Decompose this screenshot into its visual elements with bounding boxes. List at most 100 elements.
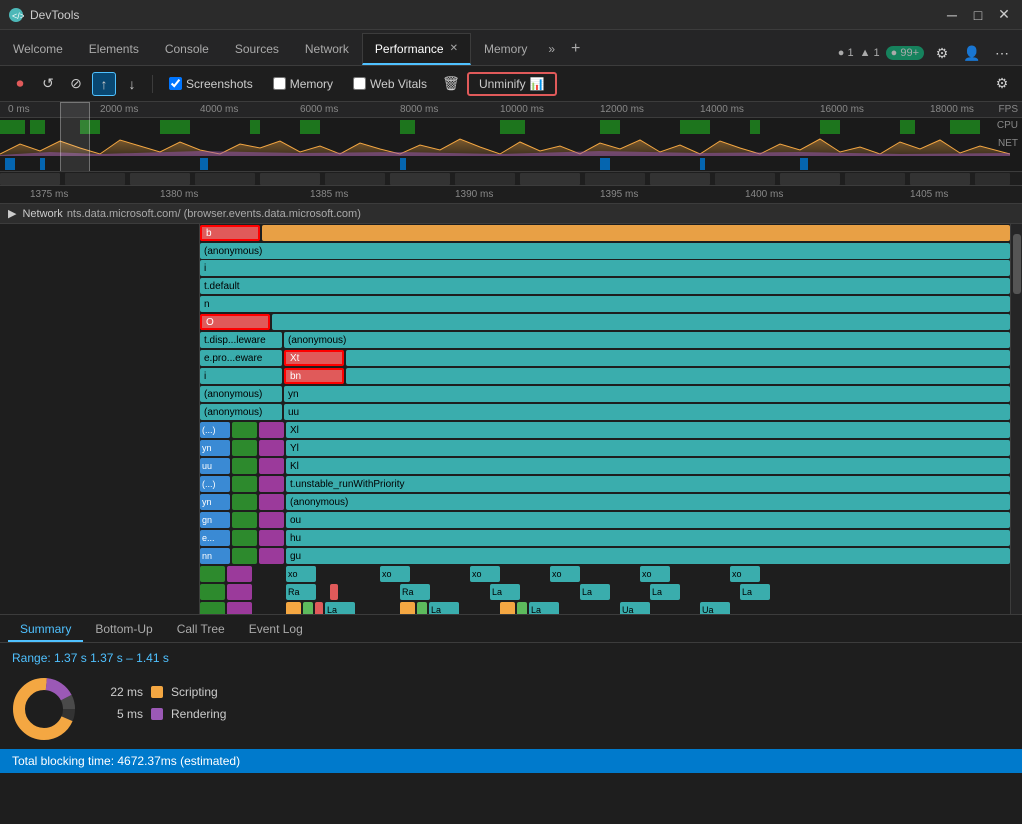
flame-block-b[interactable]: b <box>200 225 260 241</box>
flame-block-nn[interactable]: nn <box>200 548 230 564</box>
flame-block-tunstable[interactable]: t.unstable_runWithPriority <box>286 476 1010 492</box>
toolbar-settings-button[interactable]: ⚙ <box>990 72 1014 96</box>
flame-row-La-Ua[interactable]: La La La Ua Ua <box>200 602 1010 614</box>
flame-block-yn[interactable]: yn <box>284 386 1010 402</box>
tab-console[interactable]: Console <box>152 33 222 65</box>
network-header[interactable]: ▶ Network nts.data.microsoft.com/ (brows… <box>0 204 1022 224</box>
flame-block-Ua1[interactable]: Ua <box>620 602 650 614</box>
tab-elements[interactable]: Elements <box>76 33 152 65</box>
flame-row-tdisp[interactable]: t.disp...leware (anonymous) <box>200 332 1010 350</box>
flame-block-yn2[interactable]: yn <box>200 440 230 456</box>
flame-block-xo4[interactable]: xo <box>550 566 580 582</box>
flame-row-xo[interactable]: xo xo xo xo xo xo <box>200 566 1010 584</box>
flame-row-gn-ou[interactable]: gn ou <box>200 512 1010 530</box>
flame-row-n[interactable]: n <box>200 296 1010 314</box>
flame-block-La6[interactable]: La <box>429 602 459 614</box>
settings-tab-button[interactable]: ⚙ <box>930 41 954 65</box>
flame-block-yn3[interactable]: yn <box>200 494 230 510</box>
flame-block-uu[interactable]: uu <box>284 404 1010 420</box>
upload-button[interactable]: ↑ <box>92 72 116 96</box>
webvitals-checkbox[interactable] <box>353 77 366 90</box>
green-badge[interactable]: ● 99+ <box>886 46 924 60</box>
flame-block-gu[interactable]: gu <box>286 548 1010 564</box>
flame-row-e-hu[interactable]: e... hu <box>200 530 1010 548</box>
flame-block-gn[interactable]: gn <box>200 512 230 528</box>
tab-welcome[interactable]: Welcome <box>0 33 76 65</box>
flame-content[interactable]: b (anonymous) i t.default n O <box>200 224 1010 614</box>
flame-block-La1[interactable]: La <box>490 584 520 600</box>
flame-row-mixed1[interactable]: (...) Xl <box>200 422 1010 440</box>
timeline-overview[interactable]: 0 ms 2000 ms 4000 ms 6000 ms 8000 ms 100… <box>0 102 1022 172</box>
tab-call-tree[interactable]: Call Tree <box>165 618 237 642</box>
tab-sources[interactable]: Sources <box>222 33 292 65</box>
flame-block-tdefault[interactable]: t.default <box>200 278 1010 294</box>
memory-label[interactable]: Memory <box>290 77 333 91</box>
flame-block-La7[interactable]: La <box>529 602 559 614</box>
flame-block-La3[interactable]: La <box>650 584 680 600</box>
screenshots-checkbox[interactable] <box>169 77 182 90</box>
flame-block-xo3[interactable]: xo <box>470 566 500 582</box>
tab-performance-close[interactable]: ✕ <box>450 43 458 54</box>
flame-block-La4[interactable]: La <box>740 584 770 600</box>
tab-more[interactable]: » <box>540 33 563 65</box>
flame-block-anon3[interactable]: (anonymous) <box>200 386 282 402</box>
flame-block-Yl[interactable]: Yl <box>286 440 1010 456</box>
flame-row-Ra-La[interactable]: Ra Ra La La La La <box>200 584 1010 602</box>
flame-block-Kl[interactable]: Kl <box>286 458 1010 474</box>
flame-block-ellipsis2[interactable]: (...) <box>200 476 230 492</box>
fps-bar[interactable]: CPU <box>0 118 1022 136</box>
detail-ruler[interactable]: 1375 ms 1380 ms 1385 ms 1390 ms 1395 ms … <box>0 186 1022 204</box>
tab-event-log[interactable]: Event Log <box>237 618 315 642</box>
profile-button[interactable]: 👤 <box>960 41 984 65</box>
flame-row-anon1[interactable]: (anonymous) <box>200 242 1010 260</box>
tab-bottom-up[interactable]: Bottom-Up <box>83 618 164 642</box>
flame-block-Xl[interactable]: Xl <box>286 422 1010 438</box>
flame-block-xo2[interactable]: xo <box>380 566 410 582</box>
record-button[interactable]: ⏺ <box>8 72 32 96</box>
flame-row-tunstable[interactable]: (...) t.unstable_runWithPriority <box>200 476 1010 494</box>
flame-row-i1[interactable]: i <box>200 260 1010 278</box>
clear-button[interactable]: ⊘ <box>64 72 88 96</box>
tab-summary[interactable]: Summary <box>8 618 83 642</box>
tab-performance[interactable]: Performance ✕ <box>362 33 471 65</box>
trash-button[interactable]: 🗑 <box>439 72 463 96</box>
flame-block-tdisp[interactable]: t.disp...leware <box>200 332 282 348</box>
flame-block-ellipsis1[interactable]: (...) <box>200 422 230 438</box>
flame-block-anon5[interactable]: (anonymous) <box>286 494 1010 510</box>
flame-row-anon-uu[interactable]: (anonymous) uu <box>200 404 1010 422</box>
flame-block-anon4[interactable]: (anonymous) <box>200 404 282 420</box>
flame-block-hu[interactable]: hu <box>286 530 1010 546</box>
flame-row-b[interactable]: b <box>200 224 1010 242</box>
flame-block-anon2[interactable]: (anonymous) <box>284 332 1010 348</box>
flame-block-Xt[interactable]: Xt <box>284 350 344 366</box>
webvitals-label[interactable]: Web Vitals <box>370 77 427 91</box>
timeline-ruler[interactable]: 0 ms 2000 ms 4000 ms 6000 ms 8000 ms 100… <box>0 102 1022 118</box>
flame-row-O[interactable]: O <box>200 314 1010 332</box>
tab-memory[interactable]: Memory <box>471 33 540 65</box>
flame-block-i1[interactable]: i <box>200 260 1010 276</box>
flame-block-Ra[interactable]: Ra <box>286 584 316 600</box>
download-button[interactable]: ↓ <box>120 72 144 96</box>
net-bar[interactable] <box>0 156 1022 172</box>
flame-block-Ua2[interactable]: Ua <box>700 602 730 614</box>
screenshots-label[interactable]: Screenshots <box>186 77 253 91</box>
flame-block-Ra2[interactable]: Ra <box>400 584 430 600</box>
flame-block-n[interactable]: n <box>200 296 1010 312</box>
flame-scrollbar-thumb[interactable] <box>1013 234 1021 294</box>
memory-checkbox[interactable] <box>273 77 286 90</box>
flame-block-i2[interactable]: i <box>200 368 282 384</box>
maximize-button[interactable]: □ <box>968 5 988 25</box>
unminify-button[interactable]: Unminify 📊 <box>467 72 557 96</box>
flame-block-bn[interactable]: bn <box>284 368 344 384</box>
flame-row-yn-Yl[interactable]: yn Yl <box>200 440 1010 458</box>
flame-block-xo5[interactable]: xo <box>640 566 670 582</box>
more-tab-button[interactable]: ⋯ <box>990 41 1014 65</box>
flame-block-xo6[interactable]: xo <box>730 566 760 582</box>
flame-block-anon1[interactable]: (anonymous) <box>200 243 1010 259</box>
flame-block-e[interactable]: e... <box>200 530 230 546</box>
flame-block-epro[interactable]: e.pro...eware <box>200 350 282 366</box>
flame-block-La2[interactable]: La <box>580 584 610 600</box>
close-button[interactable]: ✕ <box>994 5 1014 25</box>
flame-row-nn-gu[interactable]: nn gu <box>200 548 1010 566</box>
flame-row-yn-anon[interactable]: yn (anonymous) <box>200 494 1010 512</box>
